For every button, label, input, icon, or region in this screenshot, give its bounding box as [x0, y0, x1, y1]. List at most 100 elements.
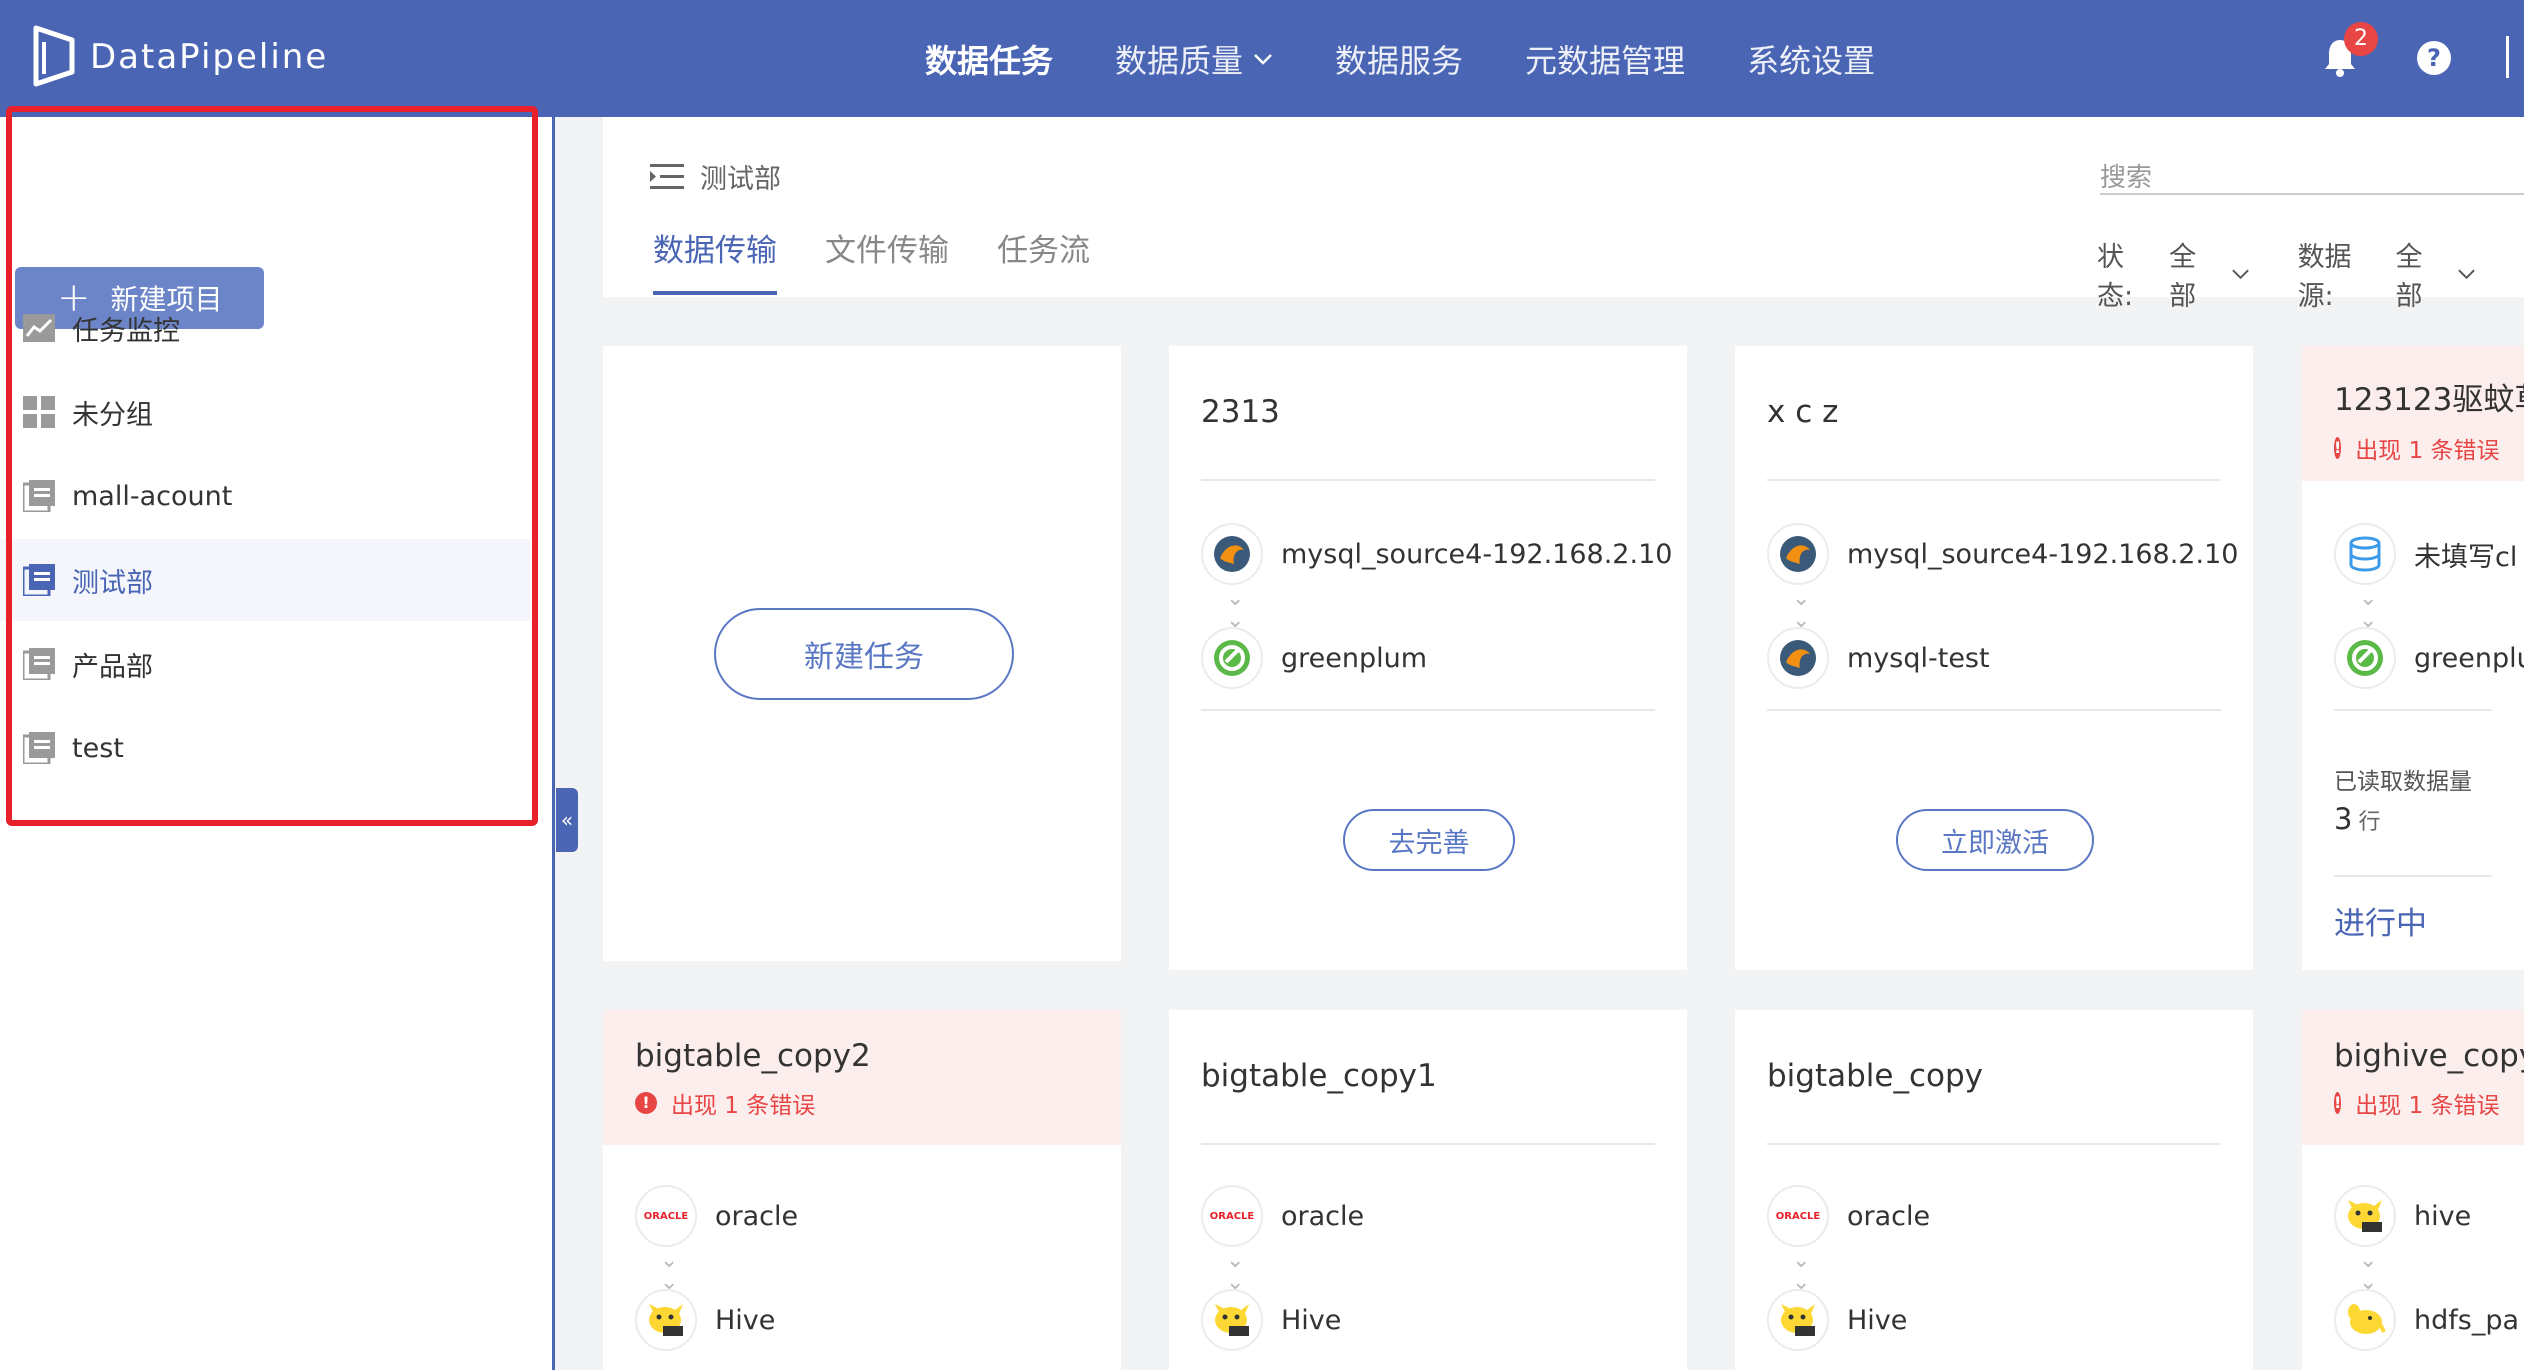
datasource-label: hive	[2414, 1200, 2472, 1232]
read-count-unit: 行	[2358, 810, 2381, 835]
activate-task-button[interactable]: 立即激活	[1896, 809, 2094, 871]
status-running[interactable]: 进行中	[2334, 898, 2427, 943]
flow-arrow-icon: ⌄ ⌄	[2359, 586, 2378, 633]
source-datasource: 未填写cl	[2334, 523, 2517, 585]
source-filter-label: 数据源:	[2297, 242, 2352, 312]
nav-data-tasks[interactable]: 数据任务	[925, 36, 1053, 82]
task-card[interactable]: bigtable_copy1 ORACLE oracle ⌄ ⌄ Hive	[1169, 1010, 1687, 1370]
hive-icon	[635, 1289, 697, 1351]
flow-arrow-icon: ⌄ ⌄	[1226, 1248, 1245, 1295]
source-datasource: ORACLE oracle	[1767, 1185, 1930, 1247]
card-title: 123123驱蚊草	[2334, 382, 2524, 418]
target-datasource: Hive	[1201, 1289, 1341, 1351]
project-sidebar: + 新建项目 任务监控 未分组 mall-acount 测试部 产品部 test	[0, 117, 555, 1370]
task-card[interactable]: bigtable_copy2 ! 出现 1 条错误 ORACLE oracle ⌄…	[603, 1010, 1121, 1370]
sidebar-item-label: test	[72, 732, 124, 764]
grid-icon	[22, 395, 56, 429]
task-card[interactable]: x c z mysql_source4-192.168.2.10 ⌄ ⌄ mysq…	[1735, 346, 2253, 970]
card-title: bighive_copy	[2334, 1038, 2524, 1074]
task-card[interactable]: bigtable_copy ORACLE oracle ⌄ ⌄ Hive	[1735, 1010, 2253, 1370]
oracle-logo-text: ORACLE	[643, 1210, 689, 1222]
menu-icon[interactable]	[650, 162, 684, 192]
tab-bar: 数据传输 文件传输 任务流	[653, 225, 1138, 295]
status-filter-label: 状态:	[2097, 242, 2134, 312]
oracle-icon: ORACLE	[1767, 1185, 1829, 1247]
folder-icon	[22, 563, 56, 597]
greenplum-icon	[1201, 627, 1263, 689]
datasource-label: oracle	[1281, 1200, 1365, 1232]
error-text: 出现 1 条错误	[671, 1093, 816, 1119]
mysql-icon	[1767, 627, 1829, 689]
status-filter-value: 全部	[2169, 242, 2197, 312]
error-message[interactable]: ! 出现 1 条错误	[635, 1086, 1089, 1120]
database-icon	[2334, 523, 2396, 585]
sidebar-item-label: mall-acount	[72, 480, 233, 512]
source-filter-value: 全部	[2395, 242, 2423, 312]
collapse-sidebar-button[interactable]: «	[556, 788, 578, 852]
card-title: x c z	[1767, 394, 1839, 430]
task-card[interactable]: 2313 mysql_source4-192.168.2.10 ⌄ ⌄ green…	[1169, 346, 1687, 970]
datasource-label: mysql-test	[1847, 642, 1990, 674]
error-icon: !	[2334, 437, 2342, 459]
task-card[interactable]: bighive_copy ! 出现 1 条错误 hive ⌄ ⌄ hdfs_pa	[2302, 1010, 2524, 1370]
tab-file-transfer[interactable]: 文件传输	[825, 225, 949, 295]
search-input[interactable]: 搜索	[2100, 157, 2524, 195]
card-title: bigtable_copy1	[1201, 1058, 1437, 1094]
source-datasource: ORACLE oracle	[1201, 1185, 1364, 1247]
error-text: 出现 1 条错误	[2355, 438, 2500, 464]
notification-badge: 2	[2344, 22, 2378, 56]
nav-settings[interactable]: 系统设置	[1747, 36, 1875, 82]
sidebar-item-test-dept[interactable]: 测试部	[0, 539, 530, 621]
datasource-label: greenplum	[1281, 642, 1428, 674]
divider	[1201, 709, 1655, 711]
new-task-button[interactable]: 新建任务	[714, 608, 1014, 700]
target-datasource: Hive	[635, 1289, 775, 1351]
nav-data-services[interactable]: 数据服务	[1335, 36, 1463, 82]
error-message[interactable]: ! 出现 1 条错误	[2334, 1086, 2500, 1120]
datasource-label: Hive	[1281, 1304, 1342, 1336]
source-datasource: mysql_source4-192.168.2.10	[1767, 523, 2238, 585]
source-filter[interactable]: 数据源: 全部	[2298, 235, 2476, 313]
task-card[interactable]: 123123驱蚊草 ! 出现 1 条错误 未填写cl ⌄⌄ greenplu 已读…	[2302, 346, 2524, 970]
datasource-label: Hive	[1847, 1304, 1908, 1336]
datasource-label: Hive	[715, 1304, 776, 1336]
target-datasource: mysql-test	[1767, 627, 1990, 689]
sidebar-item-product-dept[interactable]: 产品部	[0, 623, 530, 705]
card-header-error: 123123驱蚊草 ! 出现 1 条错误	[2302, 346, 2524, 481]
sidebar-item-label: 产品部	[72, 651, 153, 683]
oracle-logo-text: ORACLE	[1775, 1210, 1821, 1222]
nav-data-quality[interactable]: 数据质量	[1115, 36, 1273, 82]
read-count-label: 已读取数据量	[2334, 769, 2472, 795]
card-header: bigtable_copy1	[1169, 1010, 1687, 1145]
read-count-number: 3	[2334, 802, 2353, 836]
tab-task-flow[interactable]: 任务流	[997, 225, 1090, 295]
datasource-label: oracle	[1847, 1200, 1931, 1232]
status-filter[interactable]: 状态: 全部	[2097, 235, 2250, 313]
sidebar-item-ungrouped[interactable]: 未分组	[0, 371, 530, 453]
sidebar-item-mall-acount[interactable]: mall-acount	[0, 455, 530, 537]
flow-arrow-icon: ⌄ ⌄	[1226, 586, 1245, 633]
folder-icon	[22, 731, 56, 765]
app-logo[interactable]: DataPipeline	[32, 24, 328, 90]
sidebar-item-task-monitor[interactable]: 任务监控	[0, 287, 530, 369]
card-title: 2313	[1201, 394, 1280, 430]
tab-data-transfer[interactable]: 数据传输	[653, 225, 777, 295]
card-header: 2313	[1169, 346, 1687, 481]
card-title: bigtable_copy	[1767, 1058, 1984, 1094]
breadcrumb: 测试部	[650, 157, 781, 196]
target-datasource: greenplu	[2334, 627, 2524, 689]
complete-task-button[interactable]: 去完善	[1343, 809, 1515, 871]
oracle-logo-text: ORACLE	[1209, 1210, 1255, 1222]
flow-arrow-icon: ⌄ ⌄	[2359, 1248, 2378, 1295]
error-text: 出现 1 条错误	[2355, 1093, 2500, 1119]
source-datasource: ORACLE oracle	[635, 1185, 798, 1247]
nav-metadata[interactable]: 元数据管理	[1525, 36, 1685, 82]
sidebar-item-test[interactable]: test	[0, 707, 530, 789]
chart-icon	[22, 311, 56, 345]
datasource-label: 未填写cl	[2414, 541, 2518, 573]
help-icon[interactable]: ?	[2417, 41, 2451, 75]
error-message[interactable]: ! 出现 1 条错误	[2334, 431, 2500, 465]
app-name: DataPipeline	[90, 37, 329, 77]
folder-icon	[22, 647, 56, 681]
content-header: 测试部 数据传输 文件传输 任务流 搜索 状态: 全部 数据源: 全部	[603, 117, 2524, 312]
